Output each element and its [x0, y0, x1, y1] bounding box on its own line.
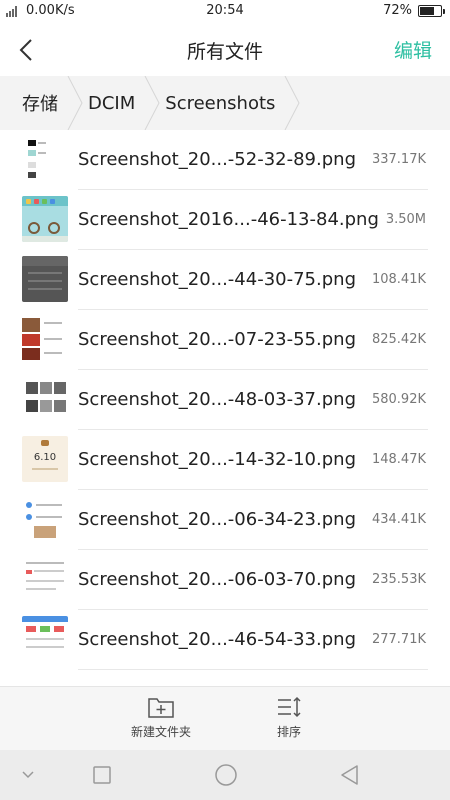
file-size: 108.41K: [371, 272, 426, 287]
file-list[interactable]: Screenshot_20...-52-32-89.png 337.17K Sc…: [0, 130, 450, 685]
file-thumbnail: [22, 196, 68, 242]
breadcrumb-label: DCIM: [88, 92, 136, 114]
file-row[interactable]: 6.10 Screenshot_20...-14-32-10.png 148.4…: [0, 430, 450, 490]
breadcrumb-separator-icon: [67, 76, 83, 130]
circle-icon: [215, 764, 237, 786]
breadcrumb: 存储 DCIM Screenshots: [0, 76, 450, 130]
sort-label: 排序: [276, 725, 301, 739]
file-thumbnail: [22, 316, 68, 362]
file-thumbnail: 6.10: [22, 436, 68, 482]
network-speed: 0.00K/s: [26, 3, 75, 18]
file-row[interactable]: Screenshot_20...-07-23-55.png 825.42K: [0, 310, 450, 370]
file-thumbnail: [22, 616, 68, 662]
file-thumbnail: [22, 556, 68, 602]
chevron-down-icon: [22, 771, 34, 779]
bottom-toolbar: 新建文件夹 排序: [0, 686, 450, 750]
file-thumbnail: [22, 136, 68, 182]
file-name: Screenshot_20...-07-23-55.png: [78, 329, 356, 350]
title-bar: 所有文件 编辑: [0, 24, 450, 76]
breadcrumb-label: Screenshots: [165, 92, 276, 114]
battery-percent: 72%: [383, 3, 412, 18]
file-name: Screenshot_2016...-46-13-84.png: [78, 209, 379, 230]
file-size: 825.42K: [371, 332, 426, 347]
file-row[interactable]: Screenshot_20...-48-03-37.png 580.92K: [0, 370, 450, 430]
nav-back-button[interactable]: [338, 763, 362, 787]
chevron-left-icon: [19, 39, 32, 61]
new-folder-button[interactable]: 新建文件夹: [116, 695, 206, 740]
breadcrumb-separator-icon: [144, 76, 160, 130]
file-size: 3.50M: [385, 212, 426, 227]
breadcrumb-item-storage[interactable]: 存储: [0, 76, 66, 130]
file-size: 580.92K: [371, 392, 426, 407]
file-row[interactable]: Screenshot_20...-06-34-23.png 434.41K: [0, 490, 450, 550]
breadcrumb-item-dcim[interactable]: DCIM: [84, 76, 143, 130]
file-row[interactable]: Screenshot_20...-06-03-70.png 235.53K: [0, 550, 450, 610]
file-thumbnail: [22, 256, 68, 302]
file-size: 277.71K: [371, 632, 426, 647]
status-right: 72%: [383, 3, 445, 18]
system-nav-bar: [0, 750, 450, 800]
file-row[interactable]: Screenshot_20...-46-54-33.png 277.71K: [0, 610, 450, 670]
breadcrumb-separator-icon: [284, 76, 300, 130]
file-thumbnail: [22, 376, 68, 422]
file-name: Screenshot_20...-14-32-10.png: [78, 449, 356, 470]
file-row[interactable]: Screenshot_20...-44-30-75.png 108.41K: [0, 250, 450, 310]
nav-collapse-button[interactable]: [16, 763, 40, 787]
file-name: Screenshot_20...-06-03-70.png: [78, 569, 356, 590]
file-size: 235.53K: [371, 572, 426, 587]
edit-button[interactable]: 编辑: [394, 36, 432, 63]
calendar-day: 6.10: [33, 452, 57, 463]
status-bar: 0.00K/s 20:54 72%: [0, 0, 450, 24]
file-thumbnail: [22, 496, 68, 542]
nav-home-button[interactable]: [214, 763, 238, 787]
battery-icon: [418, 4, 445, 17]
file-name: Screenshot_20...-06-34-23.png: [78, 509, 356, 530]
square-icon: [93, 766, 111, 784]
signal-icon: [6, 5, 20, 17]
page-title: 所有文件: [186, 41, 263, 63]
file-size: 434.41K: [371, 512, 426, 527]
breadcrumb-item-screenshots[interactable]: Screenshots: [161, 76, 283, 130]
file-name: Screenshot_20...-46-54-33.png: [78, 629, 356, 650]
sort-icon: [278, 696, 301, 718]
breadcrumb-label: 存储: [22, 94, 58, 115]
status-left: 0.00K/s: [6, 3, 75, 18]
new-folder-icon: [148, 698, 174, 718]
nav-recents-button[interactable]: [90, 763, 114, 787]
file-name: Screenshot_20...-44-30-75.png: [78, 269, 356, 290]
file-size: 337.17K: [371, 152, 426, 167]
file-name: Screenshot_20...-52-32-89.png: [78, 149, 356, 170]
sort-button[interactable]: 排序: [244, 695, 334, 740]
file-size: 148.47K: [371, 452, 426, 467]
file-row[interactable]: Screenshot_2016...-46-13-84.png 3.50M: [0, 190, 450, 250]
file-name: Screenshot_20...-48-03-37.png: [78, 389, 356, 410]
file-row[interactable]: Screenshot_20...-52-32-89.png 337.17K: [0, 130, 450, 190]
new-folder-label: 新建文件夹: [130, 725, 191, 739]
back-button[interactable]: [10, 34, 42, 66]
triangle-back-icon: [341, 765, 358, 785]
